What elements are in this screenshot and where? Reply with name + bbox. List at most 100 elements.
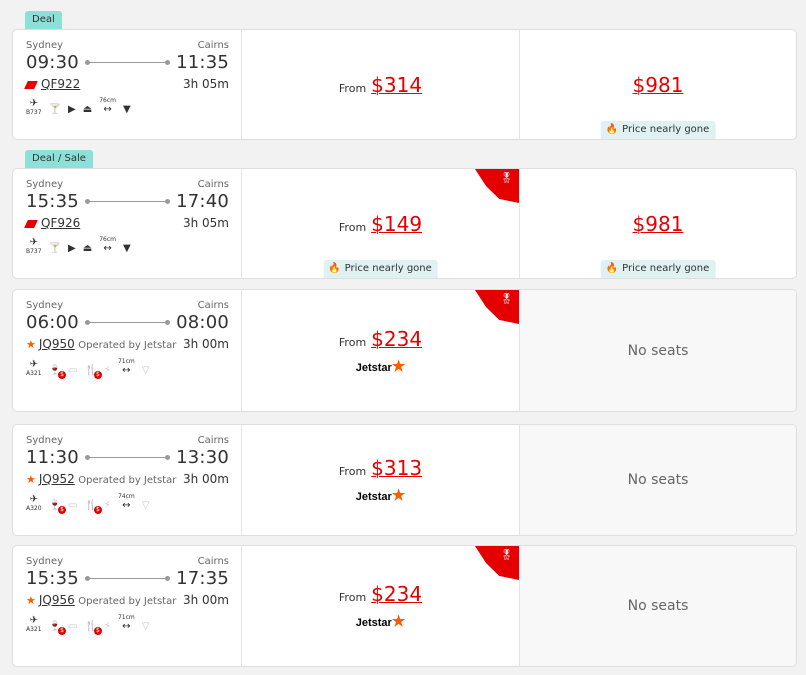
fire-icon: 🔥 xyxy=(328,263,341,274)
origin-city: Sydney xyxy=(26,40,64,51)
amenity-label: B737 xyxy=(26,109,42,116)
amenity-label: A321 xyxy=(26,626,42,633)
business-fare: No seats xyxy=(520,546,796,666)
economy-fare[interactable]: From $314 xyxy=(242,30,520,139)
departure-time: 15:35 xyxy=(26,568,79,589)
aircraft-icon: ✈ B737 xyxy=(26,98,42,116)
jetstar-star-icon: ★ xyxy=(26,594,36,607)
award-icon: 🎖 xyxy=(500,173,513,184)
destination-city: Cairns xyxy=(197,435,229,446)
no-power-icon: ⚡ xyxy=(103,365,111,376)
aircraft-icon: ✈ A320 xyxy=(26,494,42,512)
flight-details: Sydney Cairns 09:30 11:35 QF922 3h 05m ✈… xyxy=(13,30,242,139)
award-icon: 🎖 xyxy=(500,550,513,561)
jetstar-star-icon: ★ xyxy=(391,613,406,630)
deal-tag: Deal / Sale xyxy=(25,150,93,168)
amenities: ✈A321 🍷▭ 🍴⚡ ↔71cm ▽ xyxy=(26,358,229,379)
flight-details: Sydney Cairns 06:00 08:00 ★ JQ950 Operate… xyxy=(13,290,242,411)
flight-card: Sydney Cairns 09:30 11:35 QF922 3h 05m ✈… xyxy=(12,29,797,140)
price-link[interactable]: $234 xyxy=(371,582,422,606)
entertainment-icon: ▶ xyxy=(68,243,76,254)
flight-duration: 3h 00m xyxy=(182,593,229,607)
business-fare[interactable]: $981 🔥 Price nearly gone xyxy=(520,169,796,278)
price-link[interactable]: $314 xyxy=(371,73,422,97)
operated-by: Operated by Jetstar xyxy=(78,596,177,607)
destination-city: Cairns xyxy=(197,556,229,567)
paid-drinks-icon: 🍷 xyxy=(49,621,67,635)
paid-meal-icon: 🍴 xyxy=(84,500,103,514)
operated-by: Operated by Jetstar xyxy=(78,475,177,486)
meal-icon: ⏏ xyxy=(82,104,93,115)
from-label: From xyxy=(338,465,367,478)
amenity-label: 76cm xyxy=(99,236,116,243)
aircraft-icon: ✈ A321 xyxy=(26,359,42,377)
seat-pitch-icon: ↔ 71cm xyxy=(117,358,135,377)
flight-details: Sydney Cairns 15:35 17:35 ★ JQ956 Operate… xyxy=(13,546,242,666)
price-link[interactable]: $313 xyxy=(371,456,422,480)
paid-drinks-icon: 🍷 xyxy=(49,500,67,514)
route-line xyxy=(84,60,171,65)
economy-fare[interactable]: From $234 Jetstar★ 🎖 xyxy=(242,290,520,411)
price-link[interactable]: $149 xyxy=(371,212,422,236)
origin-city: Sydney xyxy=(26,300,64,311)
no-entertainment-icon: ▭ xyxy=(68,365,78,376)
price-link[interactable]: $981 xyxy=(633,212,684,236)
flight-number-link[interactable]: QF926 xyxy=(41,216,80,230)
wine-glass-icon: 🍸 xyxy=(48,104,62,115)
flight-duration: 3h 00m xyxy=(182,337,229,351)
no-wifi-icon: ▽ xyxy=(141,500,150,511)
aircraft-icon: ✈ A321 xyxy=(26,615,42,633)
fire-icon: 🔥 xyxy=(605,124,619,135)
economy-fare[interactable]: From $149 🎖 🔥 Price nearly gone xyxy=(242,169,520,278)
economy-fare[interactable]: From $313 Jetstar★ xyxy=(242,425,520,535)
flight-number-link[interactable]: QF922 xyxy=(41,77,80,91)
from-label: From xyxy=(338,591,367,604)
amenities: ✈A321 🍷▭ 🍴⚡ ↔71cm ▽ xyxy=(26,614,229,635)
business-fare[interactable]: $981 🔥 Price nearly gone xyxy=(520,30,796,139)
economy-fare[interactable]: From $234 Jetstar★ 🎖 xyxy=(242,546,520,666)
flight-number-link[interactable]: JQ956 xyxy=(39,593,75,607)
arrival-time: 08:00 xyxy=(176,312,229,333)
flight-duration: 3h 05m xyxy=(182,216,229,230)
fire-icon: 🔥 xyxy=(605,263,619,274)
amenity-label: A321 xyxy=(26,370,42,377)
flight-card: Sydney Cairns 06:00 08:00 ★ JQ950 Operate… xyxy=(12,289,797,412)
origin-city: Sydney xyxy=(26,179,64,190)
amenity-label: A320 xyxy=(26,505,42,512)
no-seats-label: No seats xyxy=(627,598,689,614)
no-wifi-icon: ▽ xyxy=(141,621,150,632)
amenities: ✈ B737 🍸 ▶ ⏏ ↔ 76cm ▼ xyxy=(26,237,229,255)
no-power-icon: ⚡ xyxy=(103,621,111,632)
flight-number-link[interactable]: JQ950 xyxy=(39,337,75,351)
business-fare: No seats xyxy=(520,425,796,535)
destination-city: Cairns xyxy=(197,300,229,311)
price-nearly-gone-badge: 🔥 Price nearly gone xyxy=(600,121,716,139)
qantas-logo-icon xyxy=(24,220,38,228)
jetstar-star-icon: ★ xyxy=(391,357,406,375)
paid-meal-icon: 🍴 xyxy=(84,621,103,635)
flight-number-link[interactable]: JQ952 xyxy=(39,472,75,486)
award-icon: 🎖 xyxy=(500,294,513,305)
no-power-icon: ⚡ xyxy=(103,500,111,511)
no-seats-label: No seats xyxy=(627,472,689,488)
no-wifi-icon: ▽ xyxy=(141,365,150,376)
flight-card: Sydney Cairns 15:35 17:35 ★ JQ956 Operate… xyxy=(12,545,797,667)
amenity-label: 71cm xyxy=(117,614,135,621)
flight-card: Sydney Cairns 11:30 13:30 ★ JQ952 Operate… xyxy=(12,424,797,536)
no-entertainment-icon: ▭ xyxy=(68,500,78,511)
flight-card: Sydney Cairns 15:35 17:40 QF926 3h 05m ✈… xyxy=(12,168,797,279)
flight-details: Sydney Cairns 15:35 17:40 QF926 3h 05m ✈… xyxy=(13,169,242,278)
paid-drinks-icon: 🍷 xyxy=(49,365,67,379)
seat-pitch-icon: ↔ 74cm xyxy=(117,493,135,512)
departure-time: 09:30 xyxy=(26,52,79,73)
amenity-label: 71cm xyxy=(117,358,135,365)
flight-details: Sydney Cairns 11:30 13:30 ★ JQ952 Operate… xyxy=(13,425,242,535)
price-link[interactable]: $981 xyxy=(633,73,684,97)
origin-city: Sydney xyxy=(26,556,64,567)
no-entertainment-icon: ▭ xyxy=(68,621,78,632)
route-line xyxy=(84,576,171,581)
no-seats-label: No seats xyxy=(627,342,689,359)
origin-city: Sydney xyxy=(26,435,64,446)
amenity-label: B737 xyxy=(26,248,42,255)
price-link[interactable]: $234 xyxy=(371,327,422,351)
